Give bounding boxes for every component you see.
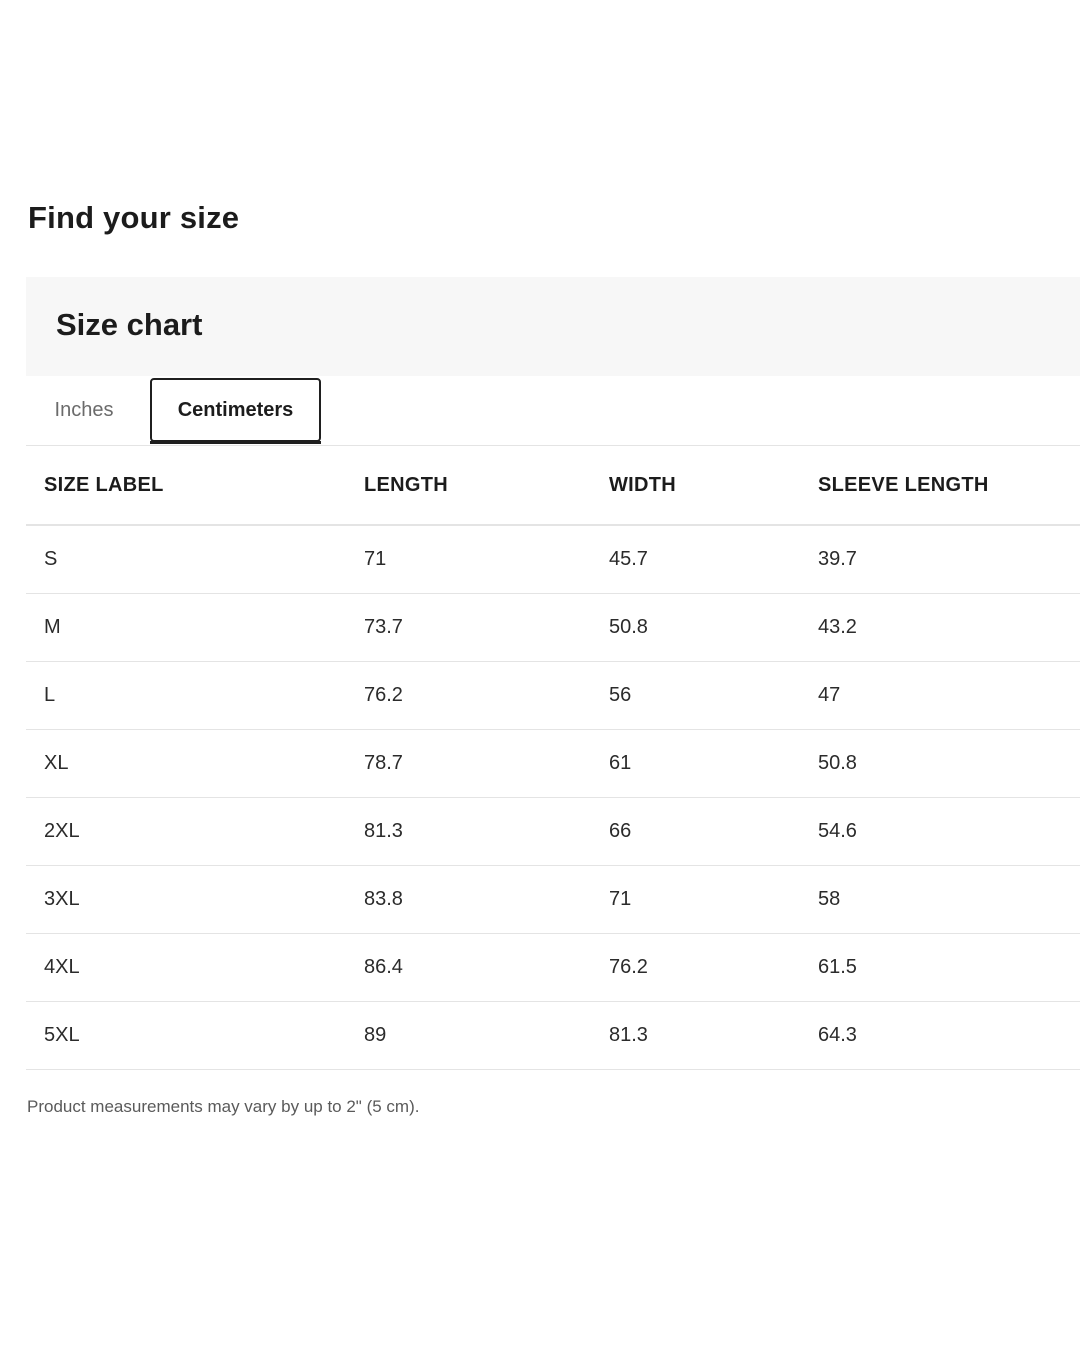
width-cell: 45.7 <box>591 525 800 594</box>
table-row: 3XL 83.8 71 58 <box>26 865 1080 934</box>
width-cell: 61 <box>591 729 800 798</box>
size-table: SIZE LABEL LENGTH WIDTH SLEEVE LENGTH S … <box>26 446 1080 1070</box>
width-cell: 66 <box>591 797 800 866</box>
tab-centimeters[interactable]: Centimeters <box>150 378 321 442</box>
column-header-length: LENGTH <box>346 446 591 526</box>
table-header-row: SIZE LABEL LENGTH WIDTH SLEEVE LENGTH <box>26 446 1080 526</box>
length-cell: 73.7 <box>346 593 591 662</box>
width-cell: 81.3 <box>591 1001 800 1070</box>
column-header-size-label: SIZE LABEL <box>26 446 346 526</box>
size-chart-title: Size chart <box>56 307 203 342</box>
tab-inches[interactable]: Inches <box>26 378 142 442</box>
length-cell: 76.2 <box>346 661 591 730</box>
table-row: S 71 45.7 39.7 <box>26 525 1080 594</box>
table-row: M 73.7 50.8 43.2 <box>26 593 1080 662</box>
size-label-cell: XL <box>26 729 346 798</box>
width-cell: 50.8 <box>591 593 800 662</box>
size-label-cell: 4XL <box>26 933 346 1002</box>
sleeve-length-cell: 61.5 <box>800 933 1080 1002</box>
sleeve-length-cell: 43.2 <box>800 593 1080 662</box>
sleeve-length-cell: 64.3 <box>800 1001 1080 1070</box>
width-cell: 56 <box>591 661 800 730</box>
table-body: S 71 45.7 39.7 M 73.7 50.8 43.2 L 76.2 5… <box>26 525 1080 1070</box>
size-label-cell: 2XL <box>26 797 346 866</box>
table-row: 5XL 89 81.3 64.3 <box>26 1001 1080 1070</box>
length-cell: 83.8 <box>346 865 591 934</box>
width-cell: 76.2 <box>591 933 800 1002</box>
size-label-cell: S <box>26 525 346 594</box>
table-row: 4XL 86.4 76.2 61.5 <box>26 933 1080 1002</box>
sleeve-length-cell: 54.6 <box>800 797 1080 866</box>
length-cell: 81.3 <box>346 797 591 866</box>
measurement-note: Product measurements may vary by up to 2… <box>27 1097 420 1116</box>
active-tab-indicator <box>150 441 321 444</box>
table-row: L 76.2 56 47 <box>26 661 1080 730</box>
column-header-width: WIDTH <box>591 446 800 526</box>
size-label-cell: 3XL <box>26 865 346 934</box>
length-cell: 86.4 <box>346 933 591 1002</box>
table-row: 2XL 81.3 66 54.6 <box>26 797 1080 866</box>
length-cell: 71 <box>346 525 591 594</box>
sleeve-length-cell: 58 <box>800 865 1080 934</box>
size-label-cell: L <box>26 661 346 730</box>
sleeve-length-cell: 50.8 <box>800 729 1080 798</box>
size-label-cell: 5XL <box>26 1001 346 1070</box>
page-title: Find your size <box>28 200 240 235</box>
size-label-cell: M <box>26 593 346 662</box>
sleeve-length-cell: 47 <box>800 661 1080 730</box>
column-header-sleeve-length: SLEEVE LENGTH <box>800 446 1080 526</box>
unit-tabs: Inches Centimeters <box>26 376 1080 446</box>
length-cell: 89 <box>346 1001 591 1070</box>
size-chart-header: Size chart <box>26 277 1080 376</box>
width-cell: 71 <box>591 865 800 934</box>
sleeve-length-cell: 39.7 <box>800 525 1080 594</box>
length-cell: 78.7 <box>346 729 591 798</box>
table-row: XL 78.7 61 50.8 <box>26 729 1080 798</box>
